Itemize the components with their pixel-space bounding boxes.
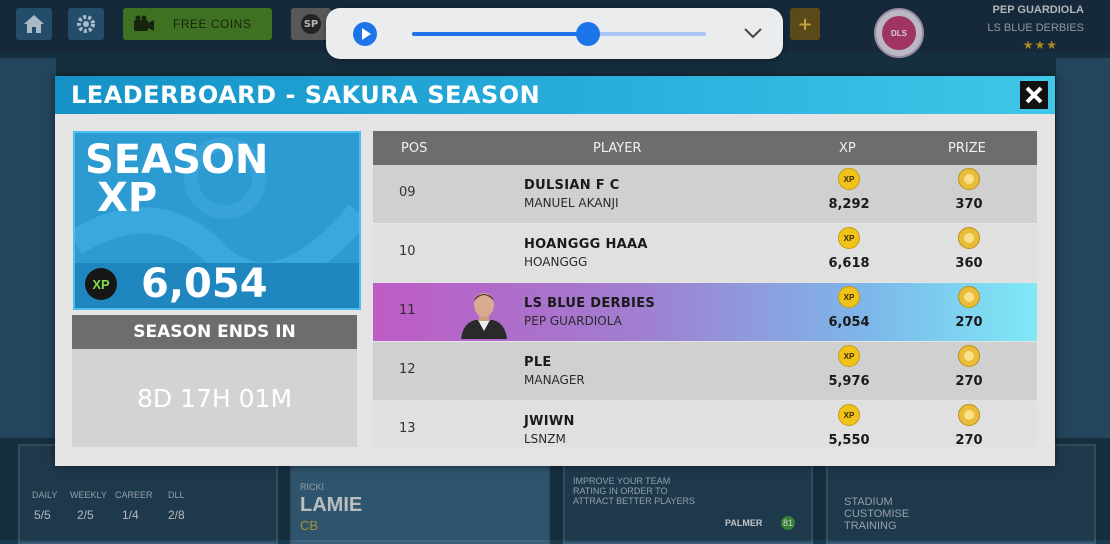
row-xp: 6,054 (828, 315, 870, 330)
row-position: 13 (399, 421, 416, 436)
header-player: PLAYER (593, 141, 642, 156)
season-xp-title: SEASON XP (85, 140, 268, 221)
table-row[interactable]: 10 HOANGGG HAAA HOANGGG XP 6,618 360 (373, 224, 1037, 282)
close-button[interactable] (1020, 81, 1048, 109)
row-prize: 270 (955, 315, 983, 330)
row-team-name: LS BLUE DERBIES (524, 296, 656, 311)
row-prize: 270 (955, 374, 983, 389)
row-manager-name: MANUEL AKANJI (524, 196, 619, 210)
row-manager-name: PEP GUARDIOLA (524, 314, 622, 328)
xp-coin-icon: XP (838, 404, 860, 426)
row-prize: 370 (955, 197, 983, 212)
header-pos: POS (401, 141, 428, 156)
table-row[interactable]: 09 DULSIAN F C MANUEL AKANJI XP 8,292 37… (373, 165, 1037, 223)
manager-avatar (461, 293, 507, 339)
modal-header: LEADERBOARD - SAKURA SEASON (55, 76, 1055, 114)
audio-progress-track[interactable] (412, 22, 706, 46)
row-team-name: HOANGGG HAAA (524, 237, 648, 252)
row-xp: 8,292 (828, 197, 870, 212)
row-team-name: PLE (524, 355, 552, 370)
season-xp-value: 6,054 (141, 261, 268, 307)
season-xp-title-line2: XP (97, 175, 158, 221)
coin-icon (958, 286, 980, 308)
row-position: 11 (399, 303, 416, 318)
xp-coin-icon: XP (838, 345, 860, 367)
row-manager-name: MANAGER (524, 373, 585, 387)
play-icon[interactable] (353, 22, 377, 46)
row-team-name: JWIWN (524, 414, 575, 429)
row-prize: 270 (955, 433, 983, 447)
table-row-current-user[interactable]: 11 LS BLUE DERBIES PEP GUARDIOLA XP 6,05… (373, 283, 1037, 341)
leaderboard-table: POS PLAYER XP PRIZE 09 DULSIAN F C MANUE… (373, 131, 1037, 447)
header-xp: XP (839, 141, 856, 156)
row-manager-name: LSNZM (524, 432, 566, 446)
table-row[interactable]: 13 JWIWN LSNZM XP 5,550 270 (373, 401, 1037, 447)
table-header: POS PLAYER XP PRIZE (373, 131, 1037, 165)
row-position: 12 (399, 362, 416, 377)
close-icon (1025, 86, 1043, 104)
row-position: 09 (399, 185, 416, 200)
coin-icon (958, 227, 980, 249)
row-xp: 5,976 (828, 374, 870, 389)
chevron-down-icon[interactable] (742, 22, 764, 44)
audio-progress-thumb[interactable] (576, 22, 601, 46)
row-xp: 5,550 (828, 433, 870, 447)
coin-icon (958, 345, 980, 367)
xp-icon: XP (85, 268, 117, 300)
row-xp: 6,618 (828, 256, 870, 271)
row-team-name: DULSIAN F C (524, 178, 620, 193)
xp-coin-icon: XP (838, 286, 860, 308)
xp-coin-icon: XP (838, 168, 860, 190)
audio-player-bar (326, 8, 783, 59)
modal-title: LEADERBOARD - SAKURA SEASON (71, 81, 541, 109)
row-manager-name: HOANGGG (524, 255, 588, 269)
season-ends-countdown: 8D 17H 01M (72, 349, 357, 447)
row-position: 10 (399, 244, 416, 259)
row-prize: 360 (955, 256, 983, 271)
coin-icon (958, 404, 980, 426)
season-xp-card: SEASON XP XP 6,054 (73, 131, 361, 310)
header-prize: PRIZE (948, 141, 986, 156)
xp-coin-icon: XP (838, 227, 860, 249)
audio-progress-fill (412, 32, 589, 36)
leaderboard-modal: LEADERBOARD - SAKURA SEASON SEASON XP XP… (55, 76, 1055, 466)
coin-icon (958, 168, 980, 190)
season-ends-header: SEASON ENDS IN (72, 315, 357, 349)
table-row[interactable]: 12 PLE MANAGER XP 5,976 270 (373, 342, 1037, 400)
